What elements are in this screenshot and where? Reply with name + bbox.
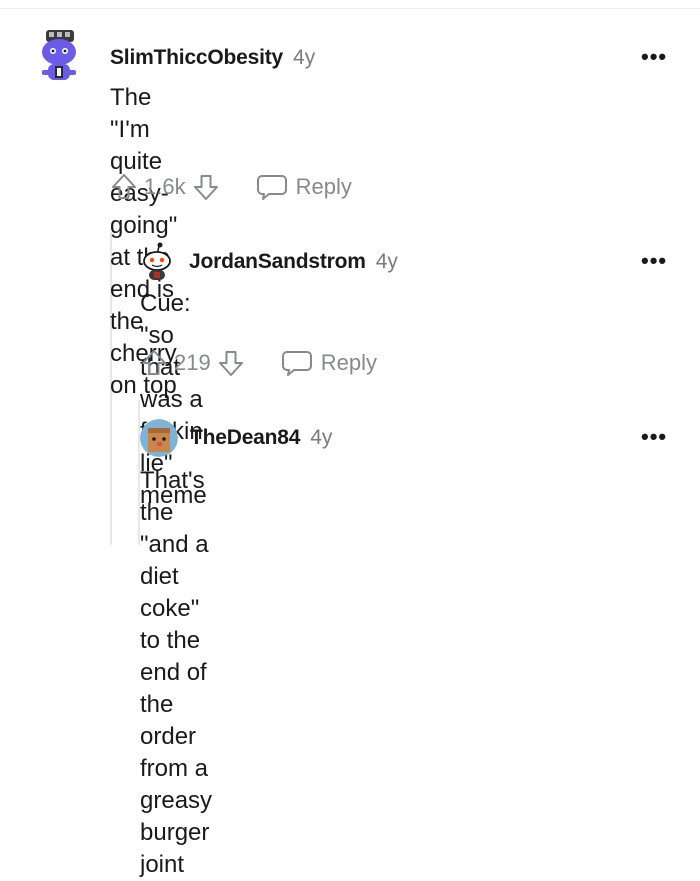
comment-actions: 1.6k Reply (110, 172, 352, 202)
downvote-icon[interactable] (217, 348, 245, 378)
snoo-avatar-purple-icon (42, 30, 76, 80)
speech-bubble-icon (256, 175, 287, 200)
more-options-button[interactable]: ••• (641, 46, 667, 68)
vote-score: 219 (174, 350, 211, 375)
downvote-icon[interactable] (192, 172, 220, 202)
upvote-icon[interactable] (140, 348, 168, 378)
reply-button[interactable]: Reply (281, 349, 377, 377)
comment-body-line: order from a greasy burger joint (140, 723, 213, 878)
vote-score: 1.6k (144, 174, 186, 199)
reply-label: Reply (295, 174, 352, 199)
author-name[interactable]: SlimThiccObesity (110, 46, 283, 70)
more-options-button[interactable]: ••• (641, 426, 667, 448)
reply-label: Reply (320, 350, 377, 375)
comment-body-line: That's the "and a diet coke" to the end … (140, 467, 209, 718)
avatar[interactable] (36, 30, 82, 86)
author-row: JordanSandstrom 4y (189, 250, 398, 274)
comment-actions: 219 Reply (140, 348, 377, 378)
comment-age[interactable]: 4y (376, 250, 398, 274)
comment-age[interactable]: 4y (293, 46, 315, 70)
more-options-button[interactable]: ••• (641, 250, 667, 272)
author-name[interactable]: TheDean84 (190, 426, 300, 450)
speech-bubble-icon (281, 351, 312, 376)
comment-age[interactable]: 4y (310, 426, 332, 450)
snoo-avatar-default-icon (143, 242, 171, 280)
author-name[interactable]: JordanSandstrom (189, 250, 366, 274)
upvote-icon[interactable] (110, 172, 138, 202)
avatar[interactable] (140, 419, 178, 457)
comment-body: That's the "and a diet coke" to the end … (140, 465, 212, 881)
reply-button[interactable]: Reply (256, 173, 352, 201)
avatar[interactable] (140, 241, 174, 281)
author-row: SlimThiccObesity 4y (110, 46, 315, 70)
author-row: TheDean84 4y (190, 426, 332, 450)
snoo-avatar-box-icon (140, 419, 178, 457)
top-divider (0, 8, 700, 9)
